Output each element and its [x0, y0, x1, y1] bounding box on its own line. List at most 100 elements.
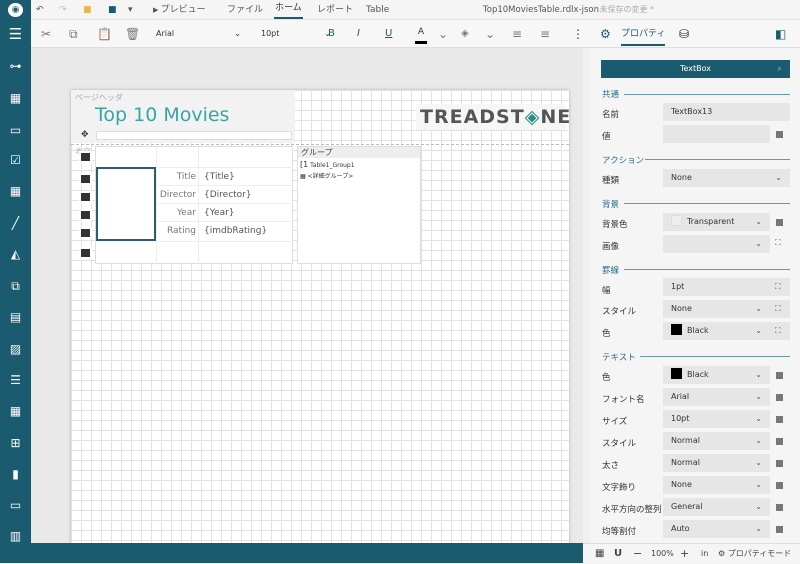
border-style-select[interactable]: None ⌄: [663, 300, 790, 318]
halign-select[interactable]: General ⌄: [663, 498, 770, 516]
textbox-icon[interactable]: ▭: [8, 123, 23, 137]
row-label-year[interactable]: Year: [156, 208, 196, 218]
table-icon[interactable]: ▦: [8, 184, 23, 198]
snap-magnet-icon[interactable]: U: [614, 544, 622, 564]
expression-button[interactable]: [776, 526, 783, 533]
paste-icon[interactable]: 📋: [97, 20, 112, 48]
bgcolor-select[interactable]: Transparent ⌄: [663, 213, 770, 231]
search-icon[interactable]: ⌕: [778, 60, 782, 78]
image-select[interactable]: ⌄: [663, 235, 770, 253]
row-handle-icon[interactable]: [81, 211, 90, 219]
copy-icon[interactable]: ⧉: [69, 20, 78, 48]
row-handle-icon[interactable]: [81, 153, 90, 161]
database-icon[interactable]: ⛁: [679, 20, 689, 48]
justify-select[interactable]: Auto ⌄: [663, 520, 770, 538]
row-value-director[interactable]: {Director}: [204, 190, 252, 200]
undo-icon[interactable]: ↶: [36, 0, 44, 20]
weight-select[interactable]: Normal ⌄: [663, 454, 770, 472]
design-canvas[interactable]: ページヘッダ Top 10 Movies ✥ TREADST◈NE 本文 Tit…: [31, 48, 590, 543]
tree-icon[interactable]: ⊶: [8, 59, 23, 73]
save-icon[interactable]: ■: [108, 0, 117, 20]
selected-textbox[interactable]: [96, 167, 156, 241]
menu-icon[interactable]: ☰: [8, 27, 23, 42]
chevron-down-icon[interactable]: ⌄: [485, 20, 495, 48]
expression-button[interactable]: [776, 219, 783, 226]
border-color-select[interactable]: Black ⌄: [663, 322, 790, 340]
object-type-selector[interactable]: TextBox ⌕: [601, 60, 790, 78]
row-handle-icon[interactable]: [81, 249, 90, 257]
expression-button[interactable]: [776, 372, 783, 379]
font-color-icon[interactable]: A: [415, 23, 427, 44]
save-dropdown-icon[interactable]: ▾: [128, 0, 133, 20]
zoom-out-button[interactable]: −: [633, 544, 642, 564]
text-color-select[interactable]: Black ⌄: [663, 366, 770, 384]
font-name-select[interactable]: Arial ⌄: [663, 388, 770, 406]
expression-button[interactable]: [776, 131, 783, 138]
tab-home[interactable]: ホーム: [274, 0, 303, 19]
tab-table[interactable]: Table: [366, 0, 389, 20]
grid-icon[interactable]: ⊞: [8, 436, 23, 450]
layout-icon[interactable]: ▦: [8, 91, 23, 105]
more-icon[interactable]: ⋮: [572, 20, 584, 48]
italic-button[interactable]: I: [357, 20, 360, 48]
grid-toggle-icon[interactable]: ▦: [595, 544, 604, 564]
row-value-rating[interactable]: {imdbRating}: [204, 226, 267, 236]
unit-selector[interactable]: in: [701, 544, 708, 564]
bold-button[interactable]: B: [328, 20, 335, 48]
checkbox-icon[interactable]: ☑: [8, 153, 23, 167]
shape-icon[interactable]: ◭: [8, 247, 23, 261]
font-size-select[interactable]: 10pt ⌄: [261, 20, 331, 48]
row-value-year[interactable]: {Year}: [204, 208, 235, 218]
richtext-icon[interactable]: ▤: [8, 310, 23, 324]
align-left-icon[interactable]: ≡: [512, 20, 522, 48]
panel-toggle-icon[interactable]: ◧: [775, 20, 786, 48]
gear-icon[interactable]: ⚙: [600, 20, 611, 48]
tab-report[interactable]: レポート: [317, 0, 353, 20]
chevron-down-icon[interactable]: ⌄: [438, 20, 448, 48]
expression-button[interactable]: [776, 482, 783, 489]
tab-properties[interactable]: プロパティ: [621, 24, 666, 46]
row-value-title[interactable]: {Title}: [204, 172, 235, 182]
border-width-field[interactable]: 1pt: [663, 278, 790, 296]
redo-icon[interactable]: ↷: [59, 0, 67, 20]
group-item[interactable]: [1 Table1_Group1: [298, 158, 420, 171]
font-select[interactable]: Arial ⌄: [156, 20, 241, 48]
expression-button[interactable]: [776, 416, 783, 423]
detail-group-item[interactable]: ▦ <詳細グループ>: [298, 171, 420, 180]
zoom-in-button[interactable]: +: [680, 544, 689, 564]
underline-button[interactable]: U: [385, 20, 392, 48]
expression-button[interactable]: [776, 394, 783, 401]
tablix-icon[interactable]: ▦: [8, 404, 23, 418]
image-icon[interactable]: ▨: [8, 342, 23, 356]
chart-icon[interactable]: ▮: [8, 467, 23, 481]
property-mode-button[interactable]: ⚙ プロパティモード: [718, 544, 791, 564]
barcode-icon[interactable]: ▥: [8, 529, 23, 543]
name-field[interactable]: TextBox13: [663, 103, 790, 121]
preview-button[interactable]: ▶ プレビュー: [153, 0, 206, 20]
expression-button[interactable]: [776, 438, 783, 445]
expand-icon[interactable]: ⛶: [775, 304, 781, 314]
cut-icon[interactable]: ✂: [41, 20, 51, 48]
row-label-title[interactable]: Title: [156, 172, 196, 182]
line-icon[interactable]: ╱: [8, 216, 23, 230]
vertical-scrollbar[interactable]: [583, 48, 590, 543]
expand-icon[interactable]: ⛶: [775, 238, 781, 248]
row-label-rating[interactable]: Rating: [156, 226, 196, 236]
row-label-director[interactable]: Director: [156, 190, 196, 200]
report-title[interactable]: Top 10 Movies: [95, 104, 229, 126]
move-handle-icon[interactable]: ✥: [81, 130, 89, 140]
font-size-select[interactable]: 10pt ⌄: [663, 410, 770, 428]
container-icon[interactable]: ⧉: [8, 279, 23, 293]
fill-color-icon[interactable]: ◈: [461, 20, 469, 48]
align-center-icon[interactable]: ≡: [540, 20, 550, 48]
expand-icon[interactable]: ⛶: [775, 326, 781, 336]
list-icon[interactable]: ☰: [8, 373, 23, 387]
expression-button[interactable]: [776, 460, 783, 467]
row-handle-icon[interactable]: [81, 193, 90, 201]
font-style-select[interactable]: Normal ⌄: [663, 432, 770, 450]
row-handle-icon[interactable]: [81, 229, 90, 237]
bullet-icon[interactable]: ▭: [8, 498, 23, 512]
expand-icon[interactable]: ⛶: [775, 282, 781, 292]
delete-icon[interactable]: 🗑: [125, 20, 140, 48]
action-type-select[interactable]: None ⌄: [663, 169, 790, 187]
